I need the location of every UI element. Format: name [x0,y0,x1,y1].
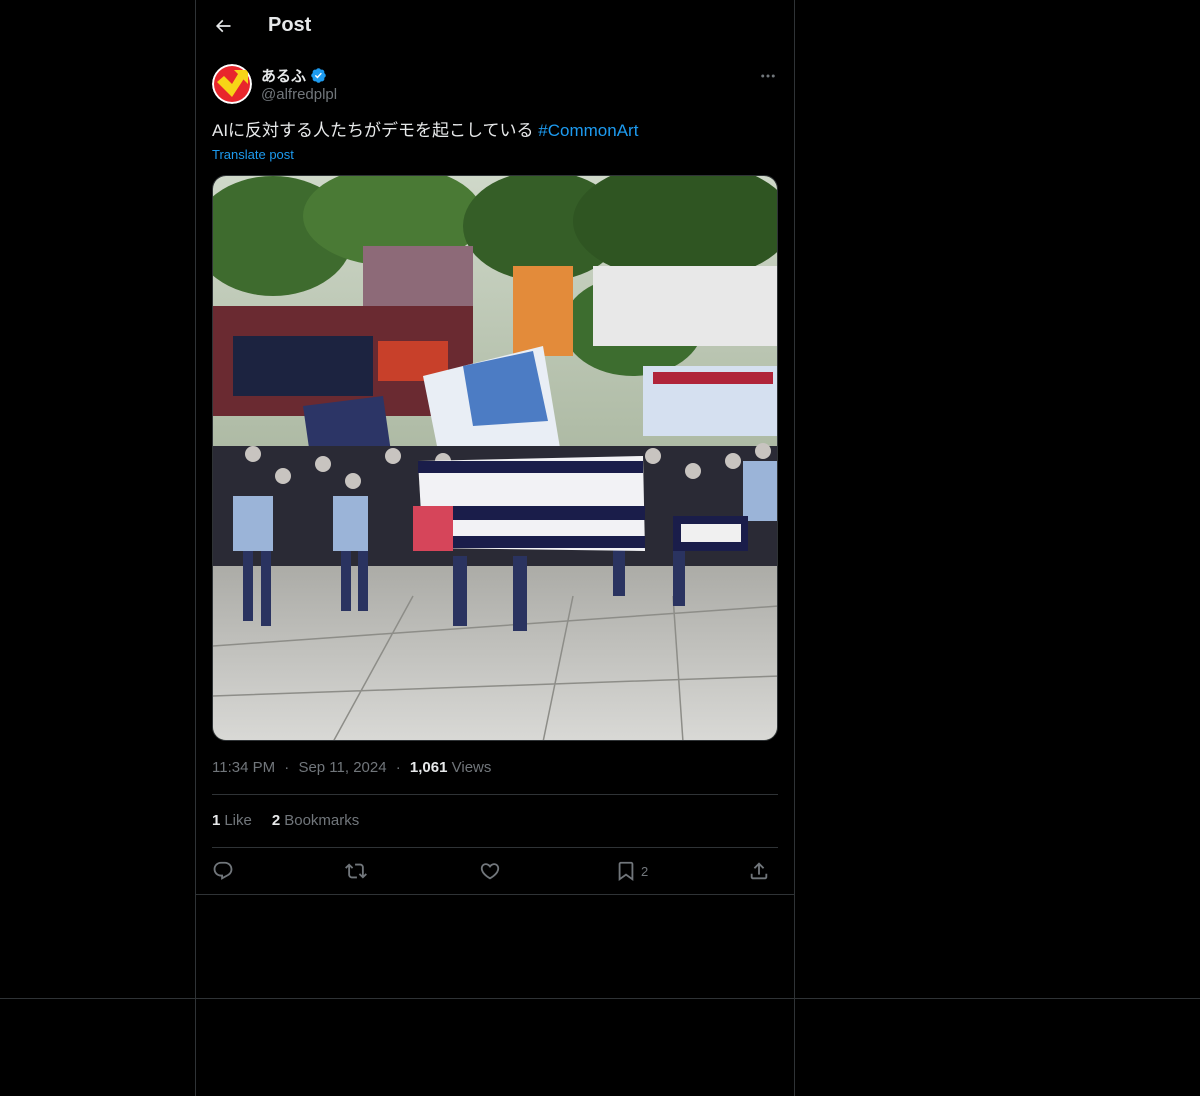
bookmark-icon [618,861,634,882]
hashtag-link[interactable]: #CommonArt [538,121,638,140]
bookmarks-count: 2 [271,812,281,829]
likes-label: Like [224,812,252,829]
author-display-name[interactable]: あるふ [261,65,306,86]
reply-icon [213,861,233,880]
author-handle[interactable]: @alfredplpl [261,86,337,103]
more-horizontal-icon [761,74,775,78]
avatar[interactable] [212,64,252,104]
action-bar: 2 [212,848,778,894]
bookmarks-label: Bookmarks [284,812,360,829]
bookmarks-stat[interactable]: 2 Bookmarks [272,812,359,829]
share-icon [750,862,768,880]
arrow-left-icon [215,19,231,33]
meta-separator: · [284,759,290,776]
repost-button[interactable] [345,860,367,882]
post-date[interactable]: Sep 11, 2024 [298,759,386,776]
post-text: AIに反対する人たちがデモを起こしている #CommonArt [212,120,638,142]
post-header: Post [196,0,794,54]
post-bottom-border [196,894,794,895]
likes-stat[interactable]: 1 Like [212,812,252,829]
share-button[interactable] [748,860,770,882]
back-button[interactable] [208,11,238,41]
post-meta: 11:34 PM · Sep 11, 2024 · 1,061 Views [212,759,491,776]
meta-separator-2: · [395,759,401,776]
engagement-stats: 1 Like 2 Bookmarks [212,812,359,829]
views-count: 1,061 [409,759,448,776]
post-body-text: AIに反対する人たちがデモを起こしている [212,121,539,140]
divider [212,794,778,795]
post-time[interactable]: 11:34 PM [212,759,275,776]
post-media-image[interactable] [212,175,778,741]
more-options-button[interactable] [756,64,780,88]
views-label: Views [451,759,492,776]
page-title: Post [268,14,312,36]
author-name-row: あるふ [261,65,327,86]
translate-post-link[interactable]: Translate post [212,147,294,162]
bookmark-count: 2 [641,863,649,879]
heart-icon [480,863,500,880]
protest-photo [213,176,777,740]
reply-button[interactable] [212,860,234,882]
post-column: Post あるふ @alfredplpl AIに反対する人たちがデモを起こしてい… [195,0,795,1096]
verified-badge-icon [311,68,326,83]
bookmark-button[interactable]: 2 [615,860,648,882]
repost-icon [345,863,367,879]
like-button[interactable] [479,860,501,882]
likes-count: 1 [212,812,221,829]
avatar-image [212,64,252,104]
